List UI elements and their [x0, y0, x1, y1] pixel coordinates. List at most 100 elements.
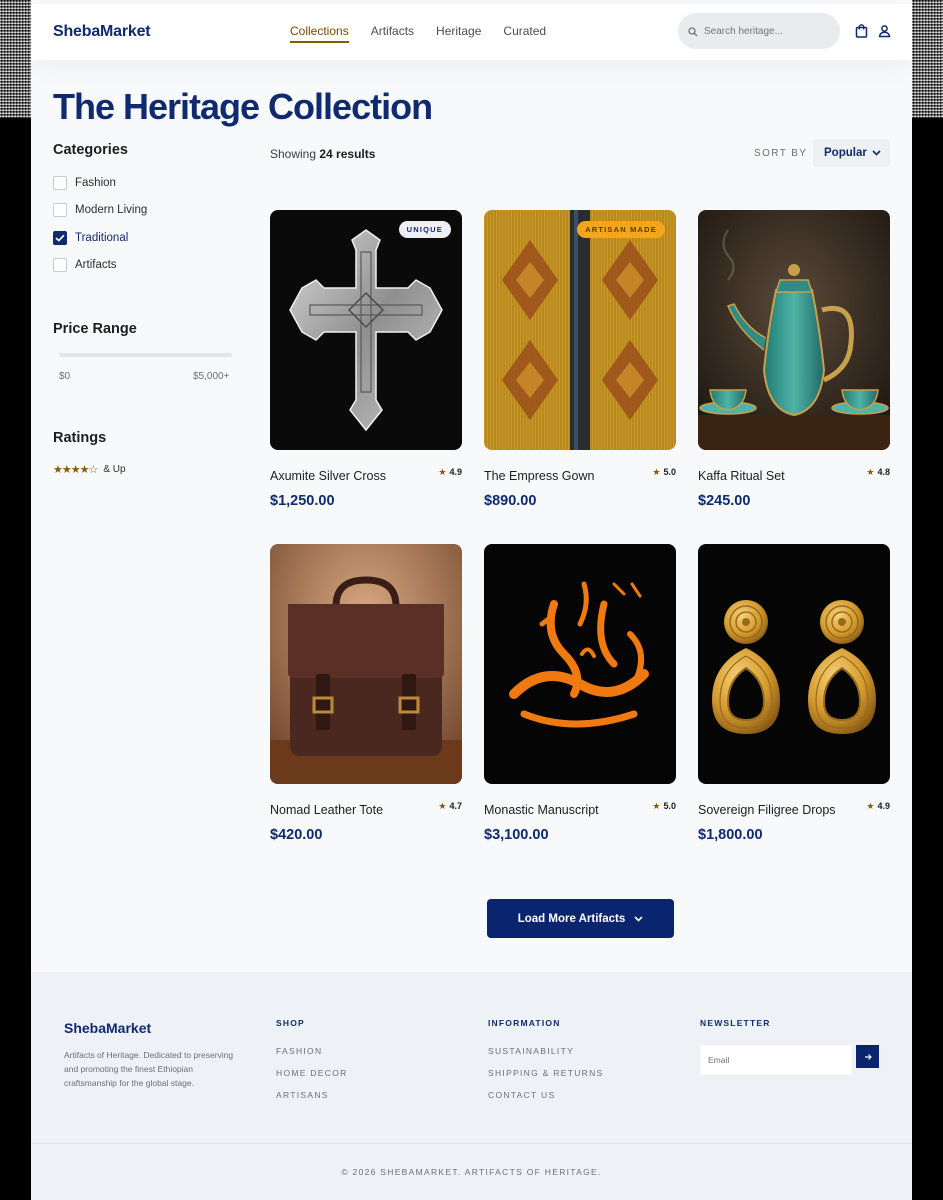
category-label: Traditional	[75, 232, 129, 244]
product-image-manuscript[interactable]	[484, 544, 676, 784]
footer-link-home-decor[interactable]: HOME DECOR	[276, 1068, 348, 1078]
badge-unique: UNIQUE	[398, 221, 451, 238]
rating-value: 4.8	[877, 467, 890, 477]
ratings-heading: Ratings	[53, 430, 107, 446]
product-price: $1,250.00	[270, 493, 335, 509]
product-card[interactable]: ARTISAN MADE The Empress Gown ★ 5.0 $890.…	[484, 210, 676, 509]
footer-information-heading: INFORMATION	[488, 1018, 561, 1028]
footer-link-sustainability[interactable]: SUSTAINABILITY	[488, 1046, 574, 1056]
star-icon: ★	[866, 467, 875, 477]
product-rating: ★ 4.9	[866, 801, 890, 812]
rating-value: 4.9	[877, 801, 890, 811]
checkbox[interactable]	[53, 176, 67, 190]
product-price: $3,100.00	[484, 827, 549, 843]
category-fashion[interactable]: Fashion	[53, 176, 116, 190]
product-name[interactable]: Monastic Manuscript	[484, 803, 599, 817]
page: ShebaMarket Collections Artifacts Herita…	[31, 0, 912, 1200]
category-artifacts[interactable]: Artifacts	[53, 258, 117, 272]
footer-link-artisans[interactable]: ARTISANS	[276, 1090, 329, 1100]
product-card[interactable]: Sovereign Filigree Drops ★ 4.9 $1,800.00	[698, 544, 890, 843]
product-price: $1,800.00	[698, 827, 763, 843]
results-count-value: 24 results	[319, 147, 376, 161]
footer-description: Artifacts of Heritage. Dedicated to pres…	[64, 1050, 234, 1088]
load-more-button[interactable]: Load More Artifacts	[487, 899, 674, 938]
product-rating: ★ 4.8	[866, 467, 890, 478]
footer-link-contact-us[interactable]: CONTACT US	[488, 1090, 555, 1100]
user-icon[interactable]	[878, 24, 891, 43]
shopping-bag-icon[interactable]	[855, 24, 868, 43]
product-image-filigree-earrings[interactable]	[698, 544, 890, 784]
nav-artifacts[interactable]: Artifacts	[371, 24, 414, 43]
checkbox[interactable]	[53, 258, 67, 272]
star-icon: ★	[438, 467, 447, 477]
product-price: $420.00	[270, 827, 323, 843]
checkbox-checked[interactable]	[53, 231, 67, 245]
product-name[interactable]: Kaffa Ritual Set	[698, 469, 785, 483]
checkmark-icon	[55, 234, 65, 242]
product-name[interactable]: Axumite Silver Cross	[270, 469, 386, 483]
rating-filter[interactable]: ★★★★☆ & Up	[53, 463, 126, 476]
results-prefix: Showing	[270, 147, 317, 161]
footer: ShebaMarket Artifacts of Heritage. Dedic…	[31, 972, 912, 1200]
top-navigation-bar: ShebaMarket Collections Artifacts Herita…	[31, 4, 912, 60]
star-icon: ★	[652, 467, 661, 477]
brand-logo[interactable]: ShebaMarket	[53, 23, 151, 41]
categories-heading: Categories	[53, 142, 128, 158]
chevron-down-icon	[872, 150, 881, 156]
price-min-label: $0	[59, 371, 71, 382]
chevron-down-icon	[634, 915, 643, 922]
arrow-right-icon	[864, 1053, 872, 1060]
search-input[interactable]	[704, 13, 834, 49]
checkbox[interactable]	[53, 203, 67, 217]
price-range-slider[interactable]	[59, 353, 232, 357]
newsletter-submit-button[interactable]	[856, 1045, 879, 1068]
category-label: Artifacts	[75, 259, 117, 271]
newsletter-email-field[interactable]	[700, 1045, 852, 1075]
nav-heritage[interactable]: Heritage	[436, 24, 481, 43]
product-image-silver-cross[interactable]: UNIQUE	[270, 210, 462, 450]
product-price: $890.00	[484, 493, 537, 509]
product-rating: ★ 5.0	[652, 801, 676, 812]
footer-link-fashion[interactable]: FASHION	[276, 1046, 322, 1056]
category-modern-living[interactable]: Modern Living	[53, 203, 147, 217]
star-icon: ★	[866, 801, 875, 811]
nav-collections[interactable]: Collections	[290, 24, 349, 43]
footer-link-shipping-returns[interactable]: SHIPPING & RETURNS	[488, 1068, 604, 1078]
product-image-empress-gown[interactable]: ARTISAN MADE	[484, 210, 676, 450]
nav-curated[interactable]: Curated	[503, 24, 546, 43]
product-card[interactable]: Monastic Manuscript ★ 5.0 $3,100.00	[484, 544, 676, 843]
product-name[interactable]: Nomad Leather Tote	[270, 803, 383, 817]
category-traditional[interactable]: Traditional	[53, 231, 128, 245]
product-name[interactable]: Sovereign Filigree Drops	[698, 803, 836, 817]
product-rating: ★ 4.9	[438, 467, 462, 478]
search-box[interactable]	[678, 13, 840, 49]
sort-dropdown[interactable]: Popular	[813, 139, 890, 167]
footer-divider	[31, 1143, 912, 1144]
product-card[interactable]: UNIQUE Axumite Silver Cross ★ 4.9 $1,250.…	[270, 210, 462, 509]
product-rating: ★ 5.0	[652, 467, 676, 478]
sort-value: Popular	[824, 147, 867, 159]
product-image-kaffa-set[interactable]	[698, 210, 890, 450]
search-icon	[688, 24, 698, 42]
product-card[interactable]: Nomad Leather Tote ★ 4.7 $420.00	[270, 544, 462, 843]
page-title: The Heritage Collection	[53, 86, 433, 127]
sort-by-label: SORT BY	[754, 148, 808, 159]
rating-value: 5.0	[663, 467, 676, 477]
product-price: $245.00	[698, 493, 751, 509]
price-max-label: $5,000+	[193, 371, 230, 382]
product-rating: ★ 4.7	[438, 801, 462, 812]
product-name[interactable]: The Empress Gown	[484, 469, 594, 483]
price-range-heading: Price Range	[53, 321, 137, 337]
results-count: Showing 24 results	[270, 147, 375, 161]
main-nav: Collections Artifacts Heritage Curated	[290, 24, 546, 43]
product-image-leather-tote[interactable]	[270, 544, 462, 784]
rating-value: 4.9	[449, 467, 462, 477]
footer-newsletter-heading: NEWSLETTER	[700, 1018, 771, 1028]
footer-logo[interactable]: ShebaMarket	[64, 1020, 151, 1036]
product-card[interactable]: Kaffa Ritual Set ★ 4.8 $245.00	[698, 210, 890, 509]
category-label: Fashion	[75, 177, 116, 189]
copyright-text: © 2026 SHEBAMARKET. ARTIFACTS OF HERITAG…	[341, 1167, 602, 1177]
rating-value: 5.0	[663, 801, 676, 811]
star-icon: ★	[438, 801, 447, 811]
footer-shop-heading: SHOP	[276, 1018, 305, 1028]
